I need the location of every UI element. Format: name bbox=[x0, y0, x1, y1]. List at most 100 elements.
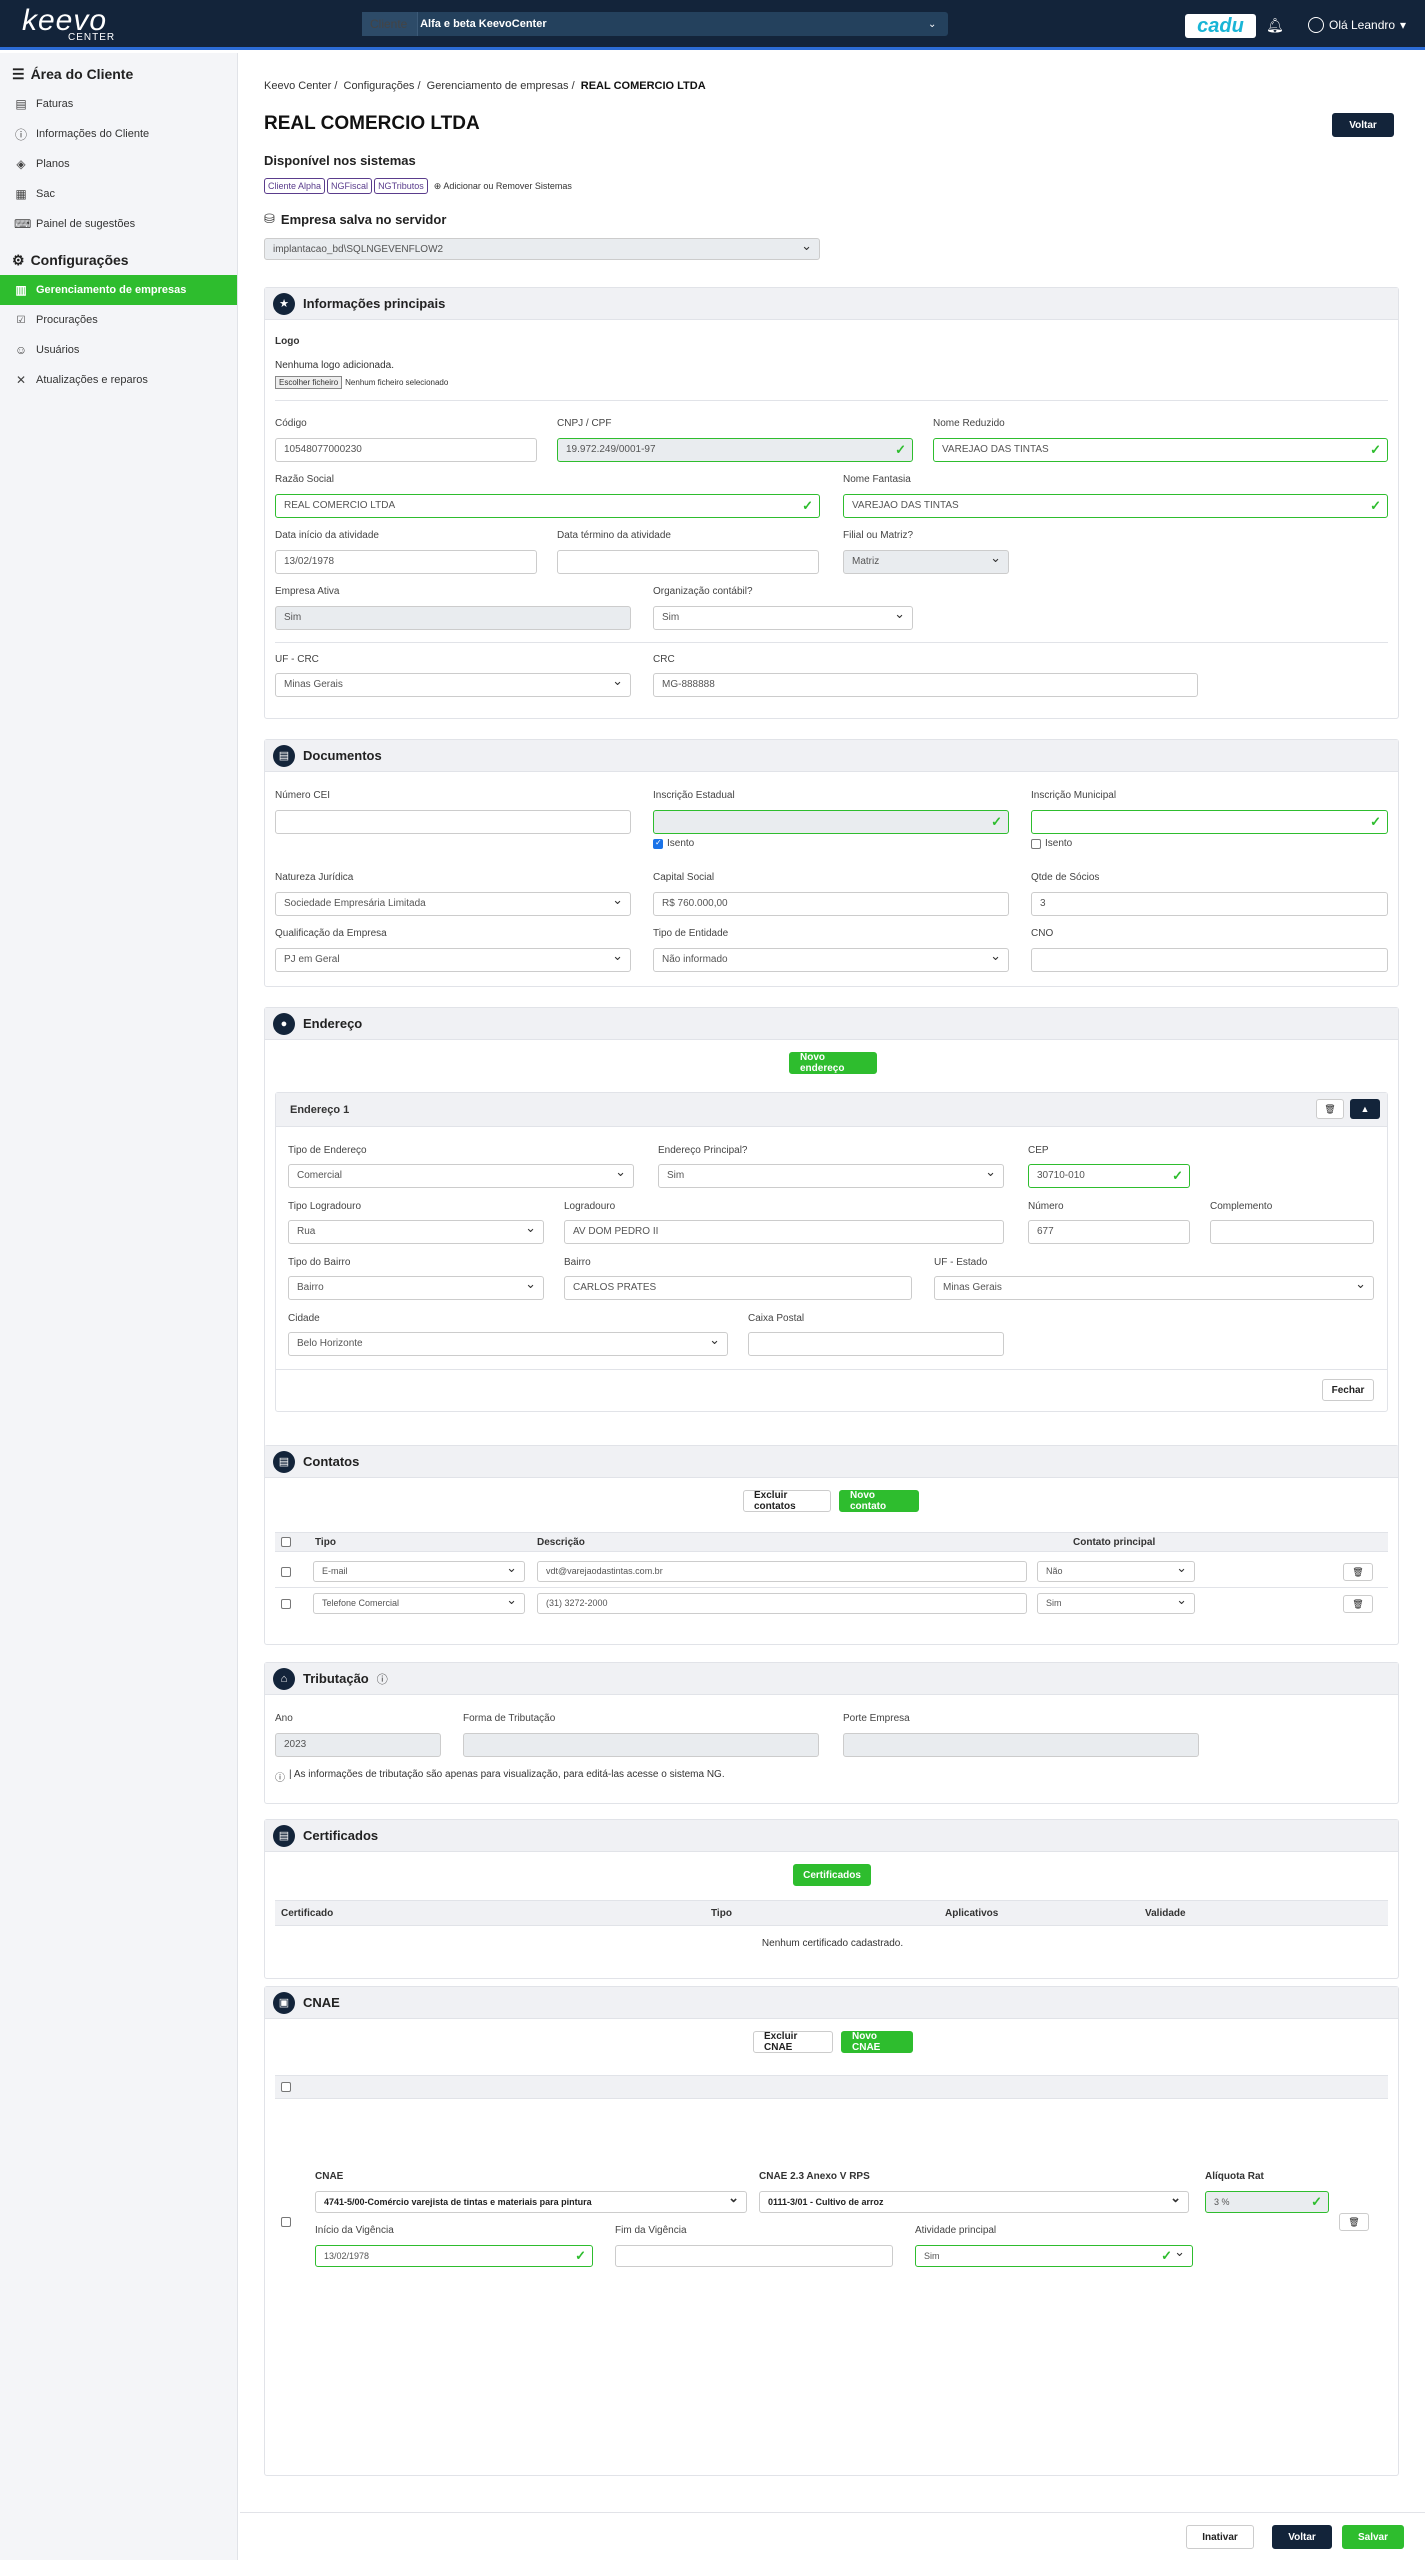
breadcrumb-link[interactable]: Gerenciamento de empresas / bbox=[427, 80, 575, 92]
uf-crc-select[interactable]: Minas Gerais bbox=[275, 673, 631, 697]
systems-tags: Cliente Alpha NGFiscal NGTributos ⊕ Adic… bbox=[264, 178, 572, 194]
keevo-logo[interactable]: keevo CENTER bbox=[22, 6, 114, 44]
contact-description-input[interactable]: vdt@varejaodastintas.com.br bbox=[537, 1561, 1027, 1582]
new-address-button[interactable]: Novo endereço bbox=[789, 1052, 877, 1074]
choose-file-button[interactable]: Escolher ficheiro bbox=[275, 376, 343, 389]
numero-input[interactable]: 677 bbox=[1028, 1220, 1190, 1244]
select-all-checkbox[interactable] bbox=[281, 1537, 291, 1547]
termino-input[interactable] bbox=[557, 550, 819, 574]
bairro-input[interactable]: CARLOS PRATES bbox=[564, 1276, 912, 1300]
vigencia-inicio-input[interactable]: 13/02/1978 ✓ bbox=[315, 2245, 593, 2267]
row-checkbox[interactable] bbox=[281, 2217, 291, 2227]
caixa-postal-input[interactable] bbox=[748, 1332, 1004, 1356]
delete-contact-button[interactable]: 🗑︎ bbox=[1343, 1595, 1373, 1613]
select-all-checkbox[interactable] bbox=[281, 2082, 291, 2092]
manage-systems-link[interactable]: ⊕ Adicionar ou Remover Sistemas bbox=[434, 181, 572, 192]
cno-input[interactable] bbox=[1031, 948, 1388, 972]
footer-back-button[interactable]: Voltar bbox=[1272, 2525, 1332, 2549]
breadcrumb-link[interactable]: Configurações / bbox=[344, 80, 421, 92]
razao-input[interactable]: REAL COMERCIO LTDA ✓ bbox=[275, 494, 820, 518]
column-header: Contato principal bbox=[1073, 1537, 1156, 1548]
cei-input[interactable] bbox=[275, 810, 631, 834]
crc-input[interactable]: MG-888888 bbox=[653, 673, 1198, 697]
inactivate-button[interactable]: Inativar bbox=[1186, 2525, 1254, 2549]
row-checkbox[interactable] bbox=[281, 1567, 291, 1577]
ativa-input[interactable]: Sim bbox=[275, 606, 631, 630]
atividade-principal-select[interactable]: Sim ✓ bbox=[915, 2245, 1193, 2267]
natureza-select[interactable]: Sociedade Empresária Limitada bbox=[275, 892, 631, 916]
delete-contacts-button[interactable]: Excluir contatos bbox=[743, 1490, 831, 1512]
bell-icon[interactable]: 🔔︎ bbox=[1266, 17, 1290, 35]
inicio-input[interactable]: 13/02/1978 bbox=[275, 550, 537, 574]
back-button[interactable]: Voltar bbox=[1332, 113, 1394, 137]
cidade-select[interactable]: Belo Horizonte bbox=[288, 1332, 728, 1356]
save-button[interactable]: Salvar bbox=[1342, 2525, 1404, 2549]
uf-select[interactable]: Minas Gerais bbox=[934, 1276, 1374, 1300]
codigo-input[interactable]: 10548077000230 bbox=[275, 438, 537, 462]
contact-description-input[interactable]: (31) 3272-2000 bbox=[537, 1593, 1027, 1614]
server-select[interactable]: implantacao_bd\SQLNGEVENFLOW2 bbox=[264, 238, 820, 260]
contact-principal-select[interactable]: Sim bbox=[1037, 1593, 1195, 1614]
breadcrumb-link[interactable]: Keevo Center / bbox=[264, 80, 337, 92]
certificates-button[interactable]: Certificados bbox=[793, 1864, 871, 1886]
org-select[interactable]: Sim bbox=[653, 606, 913, 630]
sidebar-item-planos[interactable]: ◈ Planos bbox=[0, 149, 237, 179]
cadu-logo[interactable]: cadu bbox=[1185, 14, 1256, 38]
delete-address-button[interactable]: 🗑︎ bbox=[1316, 1099, 1344, 1119]
anexo-select[interactable]: 0111-3/01 - Cultivo de arroz bbox=[759, 2191, 1189, 2213]
sidebar-area-cliente-header[interactable]: ☰ Área do Cliente bbox=[0, 59, 237, 89]
numero-label: Número bbox=[1028, 1201, 1064, 1212]
im-isento-checkbox[interactable] bbox=[1031, 839, 1041, 849]
cnpj-input[interactable]: 19.972.249/0001-97 ✓ bbox=[557, 438, 913, 462]
cep-input[interactable]: 30710-010 ✓ bbox=[1028, 1164, 1190, 1188]
tipo-logradouro-select[interactable]: Rua bbox=[288, 1220, 544, 1244]
sidebar-item-atualizacoes[interactable]: ✕ Atualizações e reparos bbox=[0, 365, 237, 395]
user-menu[interactable]: Olá Leandro ▾ bbox=[1308, 17, 1406, 33]
ie-isento-checkbox[interactable] bbox=[653, 838, 663, 849]
fantasia-input[interactable]: VAREJAO DAS TINTAS ✓ bbox=[843, 494, 1388, 518]
contact-type-select[interactable]: E-mail bbox=[313, 1561, 525, 1582]
filial-select[interactable]: Matriz bbox=[843, 550, 1009, 574]
check-icon: ✓ bbox=[1161, 2248, 1172, 2263]
contact-principal-select[interactable]: Não bbox=[1037, 1561, 1195, 1582]
logradouro-input[interactable]: AV DOM PEDRO II bbox=[564, 1220, 1004, 1244]
sidebar-item-faturas[interactable]: ▤ Faturas bbox=[0, 89, 237, 119]
sidebar-configuracoes-header[interactable]: ⚙ Configurações bbox=[0, 245, 237, 275]
tipo-endereco-select[interactable]: Comercial bbox=[288, 1164, 634, 1188]
sidebar-item-procuracoes[interactable]: ☑ Procurações bbox=[0, 305, 237, 335]
capital-input[interactable]: R$ 760.000,00 bbox=[653, 892, 1009, 916]
socios-input[interactable]: 3 bbox=[1031, 892, 1388, 916]
contact-type-select[interactable]: Telefone Comercial bbox=[313, 1593, 525, 1614]
delete-contact-button[interactable]: 🗑︎ bbox=[1343, 1563, 1373, 1581]
vigencia-fim-input[interactable] bbox=[615, 2245, 893, 2267]
check-icon: ✓ bbox=[1370, 498, 1381, 513]
caixa-postal-label: Caixa Postal bbox=[748, 1313, 805, 1324]
aliquota-rat-input[interactable]: 3 % ✓ bbox=[1205, 2191, 1329, 2213]
nome-reduzido-input[interactable]: VAREJAO DAS TINTAS ✓ bbox=[933, 438, 1388, 462]
sidebar-item-usuarios[interactable]: ☺ Usuários bbox=[0, 335, 237, 365]
qualif-select[interactable]: PJ em Geral bbox=[275, 948, 631, 972]
im-input[interactable]: ✓ bbox=[1031, 810, 1388, 834]
close-address-button[interactable]: Fechar bbox=[1322, 1379, 1374, 1401]
info-icon[interactable]: ⓘ bbox=[377, 1671, 388, 1687]
caret-down-icon: ▾ bbox=[1400, 18, 1407, 32]
endereco-principal-label: Endereço Principal? bbox=[658, 1145, 748, 1156]
ie-input[interactable]: ✓ bbox=[653, 810, 1009, 834]
delete-cnae-button[interactable]: Excluir CNAE bbox=[753, 2031, 833, 2053]
delete-cnae-row-button[interactable]: 🗑︎ bbox=[1339, 2213, 1369, 2231]
tipo-entidade-select[interactable]: Não informado bbox=[653, 948, 1009, 972]
complemento-input[interactable] bbox=[1210, 1220, 1374, 1244]
new-cnae-button[interactable]: Novo CNAE bbox=[841, 2031, 913, 2053]
client-selector[interactable]: Cliente 825978 - Alfa e beta KeevoCenter… bbox=[362, 12, 948, 36]
row-checkbox[interactable] bbox=[281, 1599, 291, 1609]
tipo-bairro-select[interactable]: Bairro bbox=[288, 1276, 544, 1300]
sidebar-item-gerenciamento[interactable]: ▥ Gerenciamento de empresas bbox=[0, 275, 237, 305]
sidebar-item-informacoes[interactable]: ⓘ Informações do Cliente bbox=[0, 119, 237, 149]
endereco-principal-select[interactable]: Sim bbox=[658, 1164, 1004, 1188]
new-contact-button[interactable]: Novo contato bbox=[839, 1490, 919, 1512]
cnae-select[interactable]: 4741-5/00-Comércio varejista de tintas e… bbox=[315, 2191, 747, 2213]
collapse-button[interactable]: ▲ bbox=[1350, 1099, 1380, 1119]
sidebar-item-sac[interactable]: ▦ Sac bbox=[0, 179, 237, 209]
sidebar-item-sugestoes[interactable]: ⌨ Painel de sugestões bbox=[0, 209, 237, 239]
termino-label: Data término da atividade bbox=[557, 530, 671, 541]
